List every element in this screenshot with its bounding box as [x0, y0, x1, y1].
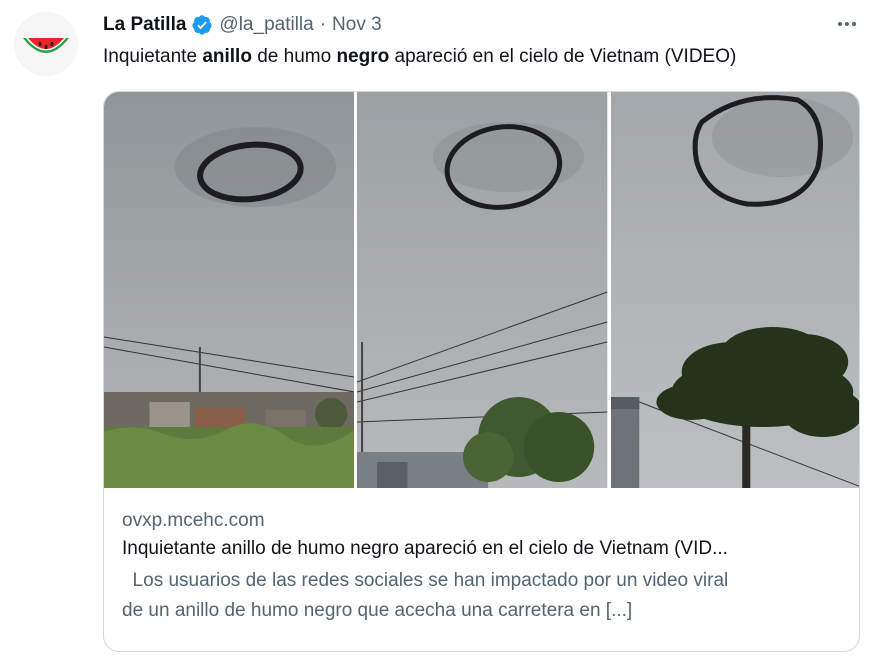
card-domain: ovxp.mcehc.com	[122, 510, 265, 531]
avatar[interactable]	[14, 12, 78, 76]
separator-dot: ·	[319, 14, 327, 35]
author-name[interactable]: La Patilla	[103, 14, 186, 36]
more-options-icon[interactable]	[835, 12, 859, 36]
tweet-text-part: apareció en el cielo de Vietnam (VIDEO)	[389, 46, 737, 67]
link-card[interactable]: ovxp.mcehc.com Inquietante anillo de hum…	[103, 91, 860, 652]
author-handle[interactable]: @la_patilla	[219, 14, 313, 36]
tweet-text-part: Inquietante	[103, 46, 203, 67]
card-description-line: Los usuarios de las redes sociales se ha…	[122, 570, 729, 591]
card-title: Inquietante anillo de humo negro apareci…	[122, 538, 728, 559]
tweet-text: Inquietante anillo de humo negro apareci…	[103, 44, 736, 70]
media-frame-1	[104, 92, 355, 488]
tweet-text-bold: negro	[336, 46, 390, 67]
card-info[interactable]: ovxp.mcehc.com Inquietante anillo de hum…	[122, 508, 841, 626]
verified-badge-icon	[192, 15, 213, 35]
media-frame-2	[357, 92, 608, 488]
tweet-text-part: de humo	[251, 46, 337, 67]
card-media[interactable]	[104, 92, 859, 488]
tweet-text-bold: anillo	[202, 46, 252, 67]
card-description: Los usuarios de las redes sociales se ha…	[122, 566, 841, 626]
card-description-line: de un anillo de humo negro que acecha un…	[122, 600, 633, 621]
media-frame-3	[610, 92, 859, 488]
tweet-date[interactable]: Nov 3	[332, 14, 382, 36]
tweet-header: La Patilla @la_patilla · Nov 3	[103, 12, 382, 38]
watermelon-logo-icon	[14, 12, 78, 76]
